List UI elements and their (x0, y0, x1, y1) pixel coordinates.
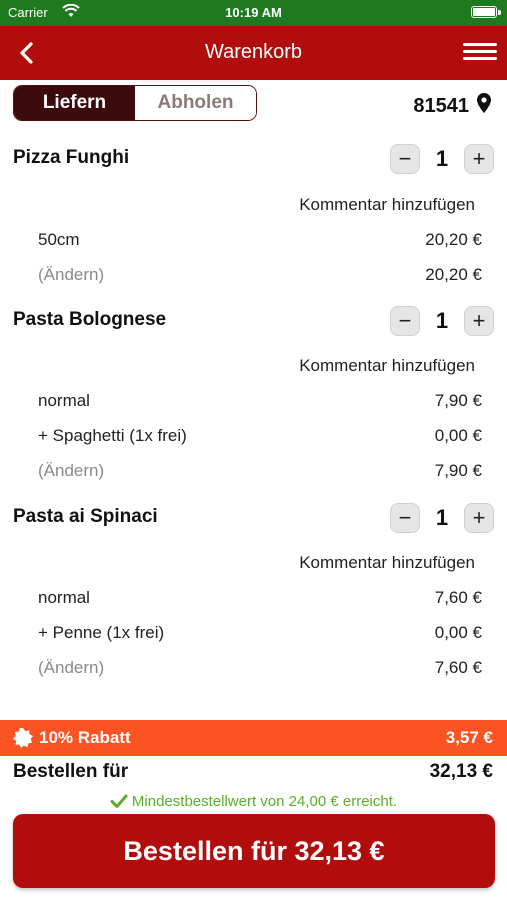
battery-tip (498, 10, 501, 15)
delivery-mode-toggle: Liefern Abholen (13, 85, 257, 121)
quantity-value: 1 (435, 308, 449, 333)
add-comment-link[interactable]: Kommentar hinzufügen (299, 195, 475, 215)
option-price: 7,90 € (434, 391, 482, 410)
add-comment-link[interactable]: Kommentar hinzufügen (299, 553, 475, 573)
discount-value: 3,57 € (445, 728, 493, 747)
quantity-stepper: − 1 + (390, 144, 494, 174)
hamburger-menu-icon[interactable] (463, 39, 497, 67)
total-value: 32,13 € (429, 761, 493, 782)
decrease-quantity-button[interactable]: − (390, 306, 420, 336)
option-label: 50cm (38, 230, 80, 249)
increase-quantity-button[interactable]: + (464, 144, 494, 174)
change-item-link[interactable]: (Ändern) (38, 658, 104, 678)
discount-badge-icon (13, 728, 33, 748)
option-price: 7,60 € (434, 588, 482, 607)
min-order-text: Mindestbestellwert von 24,00 € erreicht. (131, 793, 398, 810)
option-label: normal (38, 391, 90, 410)
option-price: 20,20 € (425, 230, 482, 249)
decrease-quantity-button[interactable]: − (390, 503, 420, 533)
toggle-option-deliver[interactable]: Liefern (14, 86, 135, 120)
change-item-link[interactable]: (Ändern) (38, 265, 104, 285)
item-name: Pizza Funghi (13, 147, 130, 168)
location-selector[interactable]: 81541 (413, 93, 491, 119)
quantity-value: 1 (435, 505, 449, 530)
total-label: Bestellen für (13, 761, 129, 782)
option-price: 0,00 € (434, 623, 482, 642)
item-subtotal: 7,90 € (434, 461, 482, 480)
option-price: 0,00 € (434, 426, 482, 445)
page-title: Warenkorb (204, 41, 303, 63)
quantity-stepper: − 1 + (390, 503, 494, 533)
nav-bar: Warenkorb (0, 26, 507, 80)
quantity-stepper: − 1 + (390, 306, 494, 336)
option-label: + Spaghetti (1x frei) (38, 426, 187, 445)
place-order-button[interactable]: Bestellen für 32,13 € (13, 814, 495, 888)
zip-code: 81541 (413, 94, 469, 117)
change-item-link[interactable]: (Ändern) (38, 461, 104, 481)
checkmark-icon (110, 794, 128, 808)
increase-quantity-button[interactable]: + (464, 306, 494, 336)
option-label: normal (38, 588, 90, 607)
status-bar: Carrier 10:19 AM (0, 0, 507, 26)
item-subtotal: 7,60 € (434, 658, 482, 677)
item-name: Pasta ai Spinaci (13, 506, 158, 527)
location-pin-icon (477, 93, 491, 119)
battery-icon (471, 6, 497, 18)
item-name: Pasta Bolognese (13, 309, 167, 330)
add-comment-link[interactable]: Kommentar hinzufügen (299, 356, 475, 376)
increase-quantity-button[interactable]: + (464, 503, 494, 533)
toggle-option-pickup[interactable]: Abholen (135, 86, 256, 120)
option-label: + Penne (1x frei) (38, 623, 165, 642)
discount-bar: 10% Rabatt 3,57 € (0, 720, 507, 756)
quantity-value: 1 (435, 146, 449, 171)
decrease-quantity-button[interactable]: − (390, 144, 420, 174)
item-subtotal: 20,20 € (425, 265, 482, 284)
discount-label: 10% Rabatt (39, 728, 131, 747)
clock: 10:19 AM (225, 5, 282, 20)
min-order-message: Mindestbestellwert von 24,00 € erreicht. (0, 793, 507, 810)
